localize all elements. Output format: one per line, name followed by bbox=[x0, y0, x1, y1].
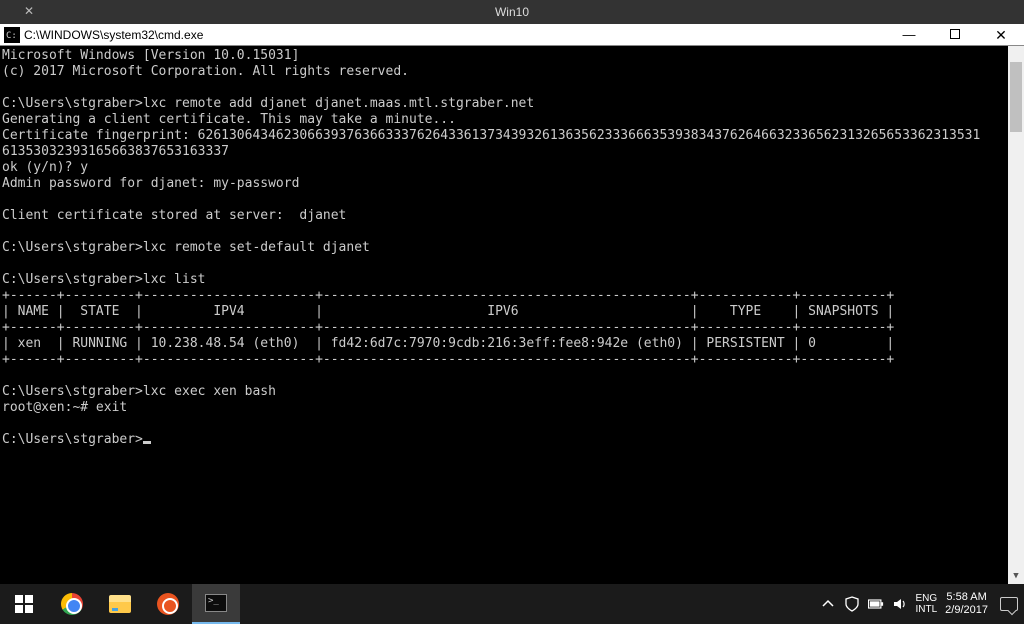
scrollbar[interactable]: ▲ ▼ bbox=[1008, 46, 1024, 584]
action-center-icon[interactable] bbox=[1000, 597, 1018, 611]
tray-up-icon[interactable] bbox=[820, 596, 836, 612]
cmd-window: C: C:\WINDOWS\system32\cmd.exe — ✕ Micro… bbox=[0, 24, 1024, 584]
volume-icon[interactable] bbox=[892, 596, 908, 612]
vm-close-button[interactable]: ✕ bbox=[24, 4, 34, 18]
svg-text:C:: C: bbox=[6, 31, 17, 41]
ubuntu-icon bbox=[157, 593, 179, 615]
taskbar-chrome[interactable] bbox=[48, 584, 96, 624]
system-tray: ENG INTL 5:58 AM 2/9/2017 bbox=[820, 591, 1024, 617]
terminal-output[interactable]: Microsoft Windows [Version 10.0.15031] (… bbox=[0, 46, 1024, 584]
folder-icon bbox=[109, 595, 131, 613]
maximize-button[interactable] bbox=[932, 24, 978, 46]
clock[interactable]: 5:58 AM 2/9/2017 bbox=[945, 591, 988, 617]
terminal-cursor bbox=[143, 441, 151, 444]
cmd-title: C:\WINDOWS\system32\cmd.exe bbox=[24, 28, 203, 42]
clock-time: 5:58 AM bbox=[945, 591, 988, 604]
close-button[interactable]: ✕ bbox=[978, 24, 1024, 46]
terminal-text: Microsoft Windows [Version 10.0.15031] (… bbox=[2, 48, 980, 447]
terminal-icon bbox=[205, 594, 227, 612]
windows-icon bbox=[14, 594, 34, 614]
scroll-thumb[interactable] bbox=[1010, 62, 1022, 132]
taskbar-file-explorer[interactable] bbox=[96, 584, 144, 624]
taskbar-cmd[interactable] bbox=[192, 584, 240, 624]
vm-titlebar: ✕ Win10 bbox=[0, 0, 1024, 24]
lang-secondary: INTL bbox=[916, 604, 938, 615]
lang-primary: ENG bbox=[916, 593, 938, 604]
vm-title: Win10 bbox=[495, 5, 529, 19]
language-indicator[interactable]: ENG INTL bbox=[916, 593, 938, 615]
scroll-down-button[interactable]: ▼ bbox=[1008, 568, 1024, 584]
minimize-button[interactable]: — bbox=[886, 24, 932, 46]
start-button[interactable] bbox=[0, 584, 48, 624]
security-icon[interactable] bbox=[844, 596, 860, 612]
cmd-titlebar[interactable]: C: C:\WINDOWS\system32\cmd.exe — ✕ bbox=[0, 24, 1024, 46]
taskbar: ENG INTL 5:58 AM 2/9/2017 bbox=[0, 584, 1024, 624]
cmd-app-icon: C: bbox=[4, 27, 20, 43]
battery-icon[interactable] bbox=[868, 596, 884, 612]
taskbar-ubuntu[interactable] bbox=[144, 584, 192, 624]
clock-date: 2/9/2017 bbox=[945, 604, 988, 617]
chrome-icon bbox=[61, 593, 83, 615]
